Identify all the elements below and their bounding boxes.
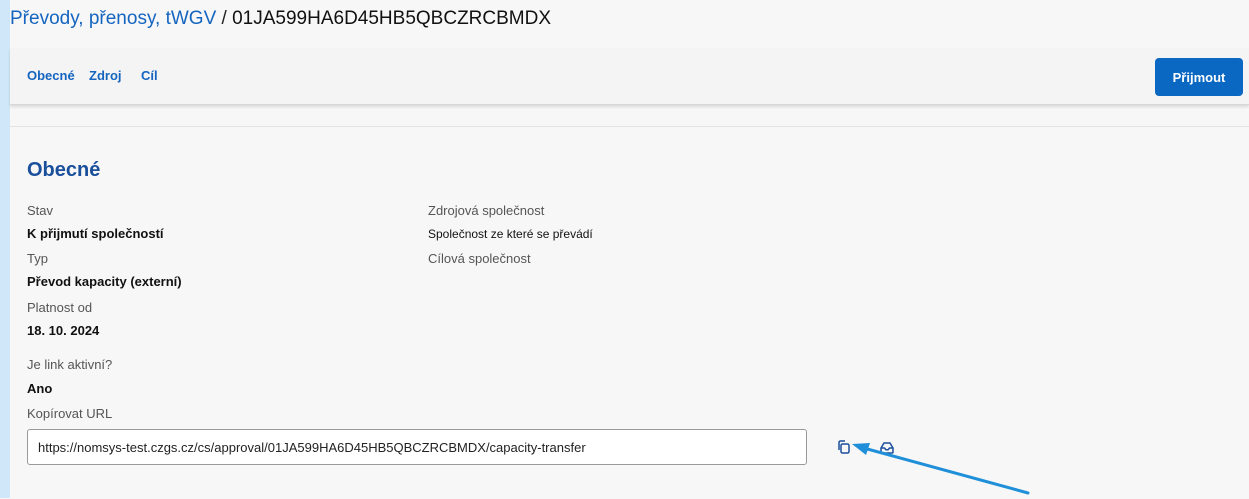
record-id: 01JA599HA6D45HB5QBCZRCBMDX xyxy=(232,8,552,29)
general-panel: Obecné Stav K přijmutí společností Typ P… xyxy=(10,126,1249,499)
target-company-label: Cílová společnost xyxy=(428,251,531,266)
status-label: Stav xyxy=(27,203,54,218)
section-title: Obecné xyxy=(27,159,101,181)
link-active-value: Ano xyxy=(27,381,53,396)
url-input[interactable] xyxy=(27,429,807,465)
copy-url-label: Kopírovat URL xyxy=(27,406,113,421)
status-value: K přijmutí společností xyxy=(27,226,164,241)
accept-button[interactable]: Přijmout xyxy=(1155,58,1243,96)
source-company-label: Zdrojová společnost xyxy=(428,203,545,218)
type-label: Typ xyxy=(27,251,48,266)
valid-from-label: Platnost od xyxy=(27,300,93,315)
breadcrumb-separator: / xyxy=(216,8,233,29)
tab-bar: Obecné Zdroj Cíl Přijmout xyxy=(10,48,1249,105)
tab-target[interactable]: Cíl xyxy=(141,68,158,83)
valid-from-value: 18. 10. 2024 xyxy=(27,323,100,338)
type-value: Převod kapacity (externí) xyxy=(27,274,182,289)
title-bar: Převody, přenosy, tWGV / 01JA599HA6D45HB… xyxy=(10,0,1249,40)
breadcrumb[interactable]: Převody, přenosy, tWGV xyxy=(10,8,216,29)
tab-source[interactable]: Zdroj xyxy=(89,68,122,83)
tab-general[interactable]: Obecné xyxy=(27,68,75,83)
left-strip xyxy=(0,0,10,498)
page-title: Převody, přenosy, tWGV / 01JA599HA6D45HB… xyxy=(10,8,551,30)
arrow-icon xyxy=(852,443,1030,495)
link-active-label: Je link aktivní? xyxy=(27,357,113,372)
source-company-value: Společnost ze které se převádí xyxy=(428,227,593,241)
